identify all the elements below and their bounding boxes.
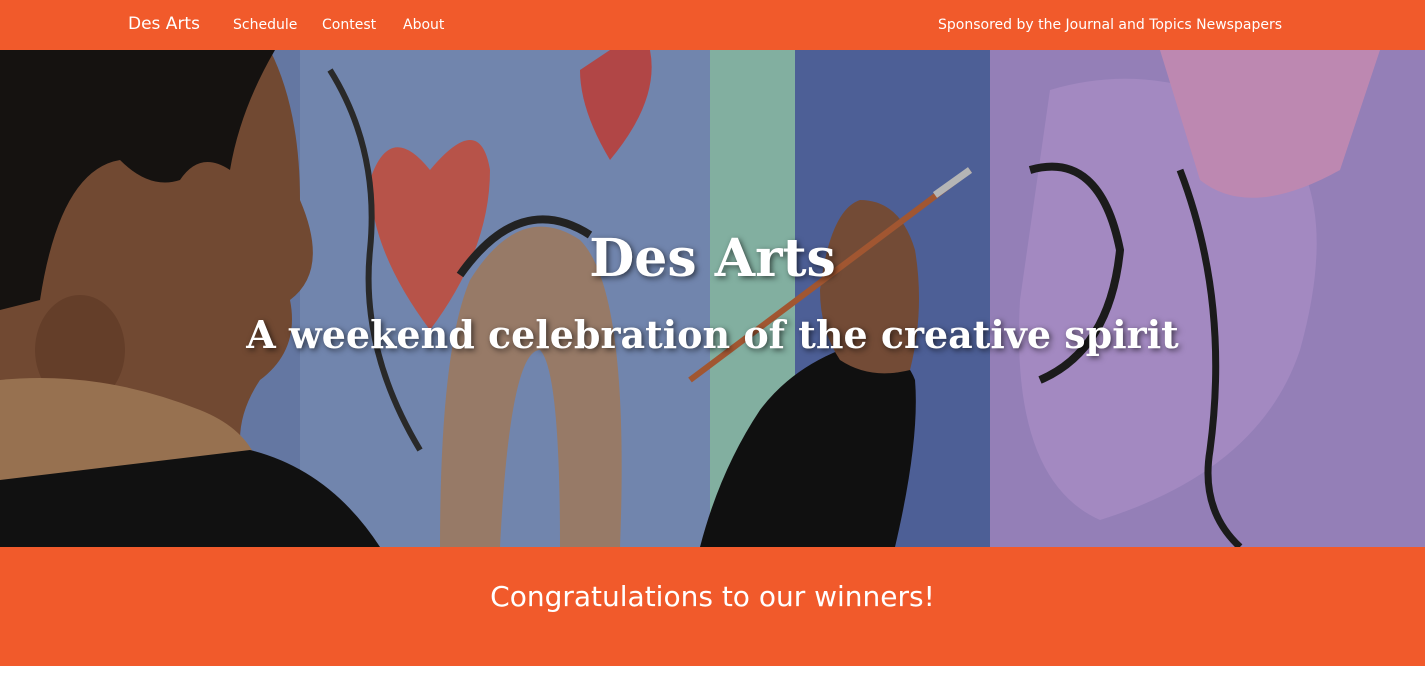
sponsor-text: Sponsored by the Journal and Topics News… bbox=[938, 17, 1282, 33]
nav-link-about[interactable]: About bbox=[403, 17, 444, 33]
hero-background-image bbox=[0, 50, 1425, 547]
hero-title: Des Arts bbox=[589, 228, 836, 289]
winners-banner: Congratulations to our winners! bbox=[0, 547, 1425, 666]
brand-link[interactable]: Des Arts bbox=[128, 14, 200, 34]
nav-link-contest[interactable]: Contest bbox=[322, 17, 376, 33]
winners-banner-text: Congratulations to our winners! bbox=[490, 580, 935, 613]
hero-banner: Des Arts A weekend celebration of the cr… bbox=[0, 50, 1425, 547]
hero-subtitle: A weekend celebration of the creative sp… bbox=[246, 312, 1179, 357]
top-navbar: Des Arts Schedule Contest About Sponsore… bbox=[0, 0, 1425, 50]
nav-link-schedule[interactable]: Schedule bbox=[233, 17, 297, 33]
